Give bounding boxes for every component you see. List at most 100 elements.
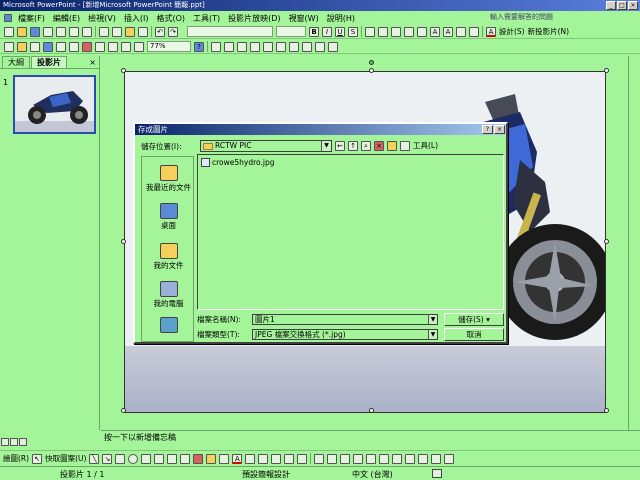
delete-icon[interactable]: × (374, 140, 384, 151)
decrease-font-icon[interactable]: A (443, 26, 453, 37)
font-name-combo[interactable] (187, 26, 273, 37)
undo-icon[interactable]: ↶ (155, 26, 165, 37)
chart-icon[interactable] (56, 41, 66, 52)
spelling-status-icon[interactable] (432, 469, 442, 478)
picture-tool-icon[interactable] (211, 41, 221, 52)
grid-icon[interactable] (121, 41, 131, 52)
wordart-icon[interactable] (154, 453, 165, 464)
autoshapes-button[interactable]: 快取圖案(U) (45, 453, 86, 464)
underline-icon[interactable]: U (335, 26, 345, 37)
new-icon[interactable] (4, 26, 14, 37)
paste-icon[interactable] (125, 26, 135, 37)
increase-indent-icon[interactable] (469, 26, 479, 37)
fill-color-icon[interactable] (206, 453, 217, 464)
rotate-draw-icon[interactable] (327, 453, 338, 464)
group-icon[interactable] (379, 453, 390, 464)
italic-icon[interactable]: I (322, 26, 332, 37)
increase-font-icon[interactable]: A (430, 26, 440, 37)
bullets-icon[interactable] (417, 26, 427, 37)
font-color-icon[interactable]: A (486, 26, 496, 37)
line-icon[interactable]: ╲ (89, 453, 100, 464)
set-transparent-icon[interactable] (315, 41, 325, 52)
dialog-close-button[interactable]: × (494, 125, 505, 134)
crop-icon[interactable] (250, 41, 260, 52)
file-item[interactable]: crowe5hydro.jpg (201, 158, 274, 167)
resize-handle[interactable] (604, 68, 609, 73)
resize-handle[interactable] (369, 68, 374, 73)
save-icon[interactable] (30, 26, 40, 37)
close-pane-icon[interactable]: × (89, 58, 96, 67)
numbering-icon[interactable] (404, 26, 414, 37)
color-grayscale-icon[interactable] (134, 41, 144, 52)
zoom-combo[interactable]: 77% (147, 41, 191, 52)
arrow-icon[interactable]: ↘ (102, 453, 113, 464)
send-back-icon[interactable] (444, 453, 455, 464)
tab-slides[interactable]: 投影片 (31, 56, 67, 68)
align-right-icon[interactable] (391, 26, 401, 37)
filename-input[interactable]: 圖片1 ▼ (252, 314, 438, 325)
table-icon[interactable] (69, 41, 79, 52)
resize-handle[interactable] (604, 408, 609, 413)
tab-outline[interactable]: 大綱 (2, 56, 30, 68)
menu-tools[interactable]: 工具(T) (189, 13, 224, 24)
rotate-icon[interactable] (263, 41, 273, 52)
menu-format[interactable]: 格式(O) (152, 13, 189, 24)
tools-menu-button[interactable]: 工具(L) (413, 140, 438, 151)
slide-thumbnail[interactable] (13, 75, 96, 134)
print-preview-icon[interactable] (69, 26, 79, 37)
menu-help[interactable]: 說明(H) (323, 13, 359, 24)
flip-icon[interactable] (340, 453, 351, 464)
ungroup-icon[interactable] (392, 453, 403, 464)
draw-menu-button[interactable]: 繪圖(R) (3, 453, 29, 464)
diagram-icon[interactable] (95, 41, 105, 52)
draw-font-color-icon[interactable]: A (232, 453, 243, 464)
place-recent[interactable]: 我最近的文件 (142, 165, 195, 193)
look-in-combo[interactable]: RCTW PIC ▼ (200, 140, 332, 152)
place-my-documents[interactable]: 我的文件 (142, 243, 195, 271)
permission-icon[interactable] (43, 26, 53, 37)
resize-handle[interactable] (121, 68, 126, 73)
3d-style-icon[interactable] (297, 453, 308, 464)
rotate-handle[interactable] (369, 60, 374, 65)
distribute-icon[interactable] (366, 453, 377, 464)
chevron-down-icon[interactable]: ▼ (321, 141, 331, 151)
resize-handle[interactable] (369, 408, 374, 413)
arrow-style-icon[interactable] (271, 453, 282, 464)
bold-icon[interactable]: B (309, 26, 319, 37)
reset-picture-icon[interactable] (328, 41, 338, 52)
contrast-icon[interactable] (224, 41, 234, 52)
dialog-help-button[interactable]: ? (482, 125, 493, 134)
print-icon[interactable] (56, 26, 66, 37)
resize-handle[interactable] (121, 239, 126, 244)
rectangle-icon[interactable] (115, 453, 126, 464)
place-desktop[interactable]: 桌面 (142, 203, 195, 231)
design-button[interactable]: 設計(S) (499, 26, 525, 37)
line-style-icon[interactable] (276, 41, 286, 52)
new-slide-button[interactable]: 新投影片(N) (528, 26, 569, 37)
align-center-icon[interactable] (378, 26, 388, 37)
new-folder-icon[interactable] (387, 140, 397, 151)
slideshow-view-button[interactable] (19, 438, 27, 446)
order-icon[interactable] (405, 453, 416, 464)
insert-picture-icon[interactable] (82, 41, 92, 52)
hyperlink-icon[interactable] (43, 41, 53, 52)
file-list[interactable]: crowe5hydro.jpg (197, 154, 504, 310)
picture-draw-icon[interactable] (193, 453, 204, 464)
place-my-computer[interactable]: 我的電腦 (142, 281, 195, 309)
align-left-icon[interactable] (365, 26, 375, 37)
help-search-input[interactable]: 輸入需要解答的問題 (490, 12, 600, 23)
shadow-icon[interactable]: S (348, 26, 358, 37)
decrease-indent-icon[interactable] (456, 26, 466, 37)
help-icon[interactable]: ? (194, 41, 204, 52)
email-icon[interactable] (4, 41, 14, 52)
search-icon[interactable] (17, 41, 27, 52)
clipart-icon[interactable] (180, 453, 191, 464)
research-icon[interactable] (30, 41, 40, 52)
nudge-icon[interactable] (418, 453, 429, 464)
vertical-scrollbar[interactable] (628, 56, 640, 430)
app-icon[interactable] (4, 14, 12, 22)
brightness-icon[interactable] (237, 41, 247, 52)
notes-pane[interactable]: 按一下以新增備忘稿 (101, 430, 640, 445)
format-picture-icon[interactable] (302, 41, 312, 52)
up-folder-icon[interactable]: ↑ (348, 140, 358, 151)
